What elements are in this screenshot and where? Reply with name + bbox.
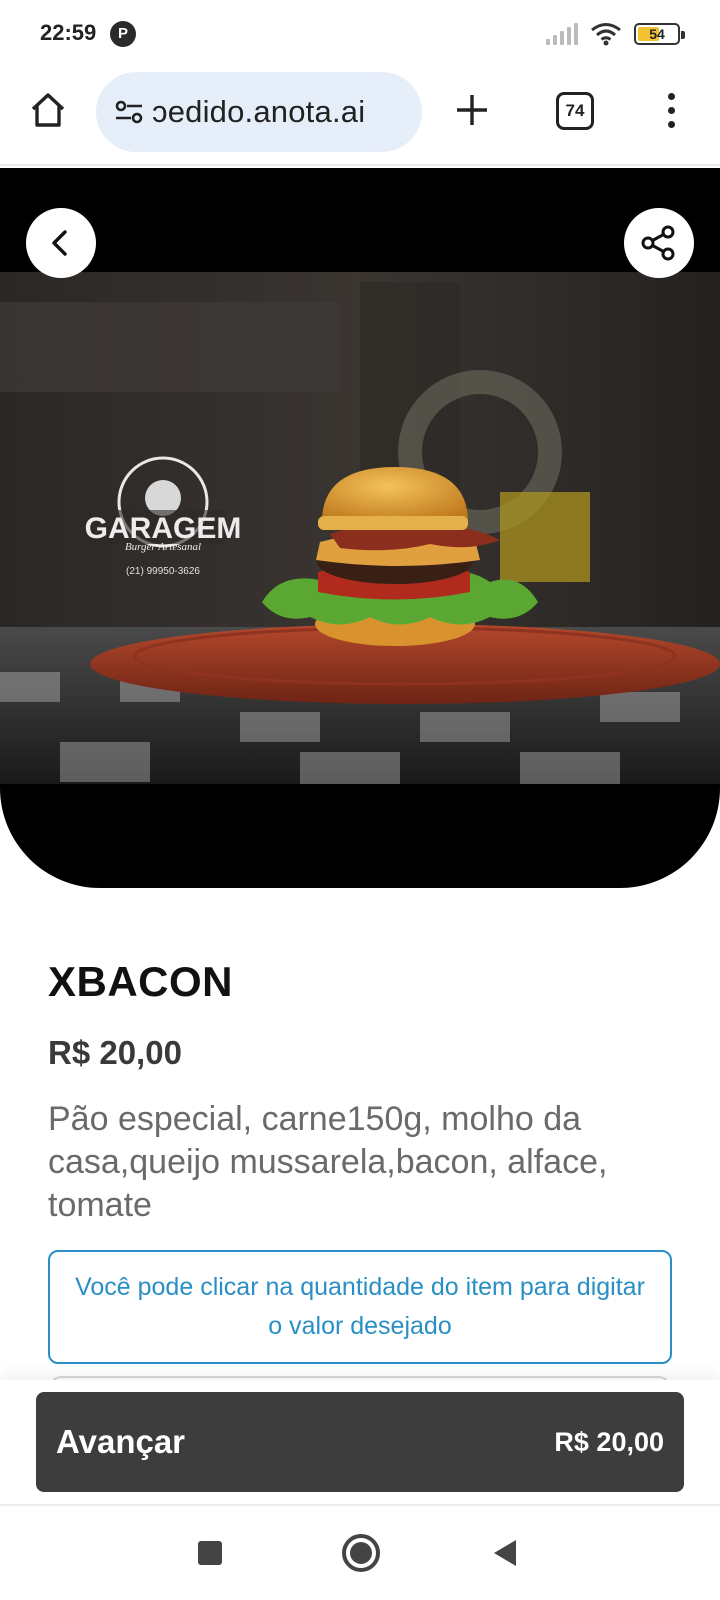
product-price: R$ 20,00 bbox=[48, 1034, 182, 1071]
battery-level: 54 bbox=[649, 26, 665, 42]
order-total: R$ 20,00 bbox=[554, 1426, 664, 1457]
browser-toolbar: ɔedido.anota.ai 74 bbox=[0, 68, 720, 166]
system-navigation-bar bbox=[0, 1504, 720, 1600]
product-photo: GARAGEM Burger Artesanal (21) 99950-3626 bbox=[0, 272, 720, 784]
back-button[interactable] bbox=[26, 208, 96, 278]
quantity-hint-notice: Você pode clicar na quantidade do item p… bbox=[48, 1250, 672, 1364]
status-bar: 22:59 P 54 bbox=[0, 0, 720, 68]
nav-home-icon[interactable] bbox=[342, 1534, 380, 1572]
battery-icon: 54 bbox=[634, 23, 685, 45]
product-hero: GARAGEM Burger Artesanal (21) 99950-3626 bbox=[0, 168, 720, 888]
back-icon bbox=[52, 230, 67, 256]
signal-icon bbox=[546, 23, 578, 45]
recents-icon[interactable] bbox=[198, 1541, 222, 1565]
product-title: XBACON bbox=[48, 958, 234, 1005]
advance-button[interactable]: Avançar R$ 20,00 bbox=[36, 1392, 684, 1492]
home-button[interactable] bbox=[26, 88, 70, 132]
share-icon bbox=[641, 225, 675, 261]
checkout-bar: Avançar R$ 20,00 bbox=[0, 1380, 720, 1504]
url-text[interactable]: ɔedido.anota.ai bbox=[152, 94, 365, 130]
tune-icon[interactable] bbox=[112, 95, 146, 129]
new-tab-button[interactable] bbox=[450, 88, 494, 132]
logo-subtext: Burger Artesanal bbox=[125, 541, 201, 553]
logo-phone: (21) 99950-3626 bbox=[126, 566, 200, 577]
plus-icon bbox=[457, 95, 487, 125]
advance-label: Avançar bbox=[56, 1423, 186, 1460]
more-menu-button[interactable] bbox=[656, 88, 686, 132]
notification-app-icon: P bbox=[110, 21, 136, 47]
share-button[interactable] bbox=[624, 208, 694, 278]
nav-back-icon[interactable] bbox=[494, 1540, 516, 1566]
status-indicators: 54 bbox=[546, 22, 685, 46]
address-bar[interactable]: ɔedido.anota.ai bbox=[96, 72, 422, 152]
tabs-button[interactable]: 74 bbox=[556, 92, 594, 130]
home-icon bbox=[31, 93, 65, 127]
wifi-icon bbox=[590, 22, 622, 46]
product-description: Pão especial, carne150g, molho da casa,q… bbox=[48, 1100, 608, 1224]
status-time: 22:59 bbox=[40, 20, 97, 45]
quantity-hint-text: Você pode clicar na quantidade do item p… bbox=[75, 1273, 645, 1340]
